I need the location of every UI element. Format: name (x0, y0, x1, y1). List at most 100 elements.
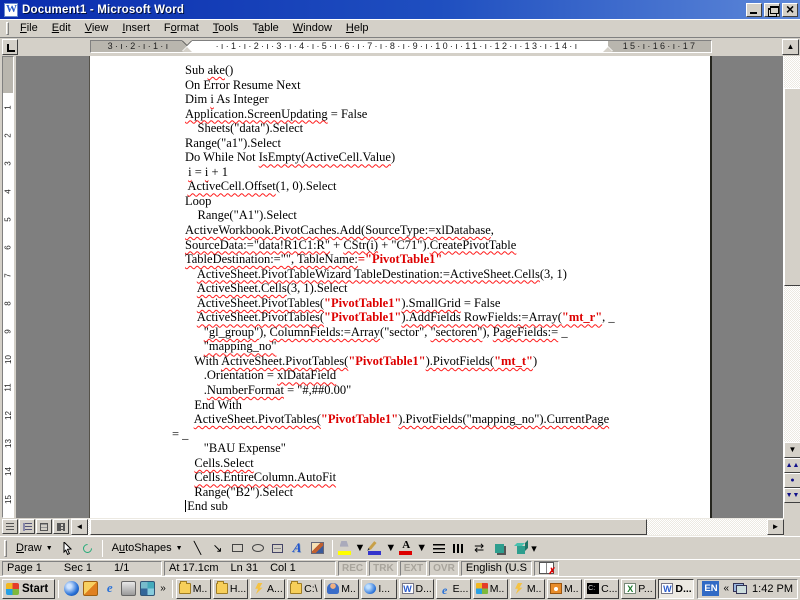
mode-ovr[interactable]: OVR (429, 561, 459, 576)
title-bar[interactable]: Document1 - Microsoft Word (0, 0, 800, 19)
scrollbar-corner (784, 518, 800, 536)
line-color-dropdown[interactable]: ▼ (383, 538, 398, 558)
ie-quick-launch-icon[interactable]: e (102, 581, 117, 596)
task-button-7[interactable]: D... (399, 579, 434, 599)
first-line-indent-marker[interactable] (182, 40, 192, 45)
rectangle-tool-icon[interactable] (228, 538, 248, 558)
lotus-icon (513, 583, 525, 594)
arrow-tool-icon[interactable]: ↘ (208, 538, 228, 558)
toolbar-grip[interactable] (4, 540, 7, 557)
language-indicator[interactable]: English (U.S (461, 561, 532, 576)
tray-collapse-chevron[interactable]: « (723, 583, 729, 594)
close-button[interactable] (782, 3, 798, 17)
scroll-down-button[interactable]: ▼ (784, 442, 800, 458)
task-button-4[interactable]: C:\ (287, 579, 322, 599)
menu-item-view[interactable]: View (78, 20, 116, 37)
print-layout-view-button[interactable] (36, 519, 52, 534)
spelling-status[interactable] (534, 561, 559, 576)
vertical-scroll-thumb[interactable] (784, 88, 800, 286)
menu-item-window[interactable]: Window (286, 20, 339, 37)
windows-logo-icon (6, 583, 19, 595)
web-layout-view-button[interactable] (19, 519, 35, 534)
menu-item-file[interactable]: File (13, 20, 45, 37)
scroll-right-button[interactable]: ► (767, 519, 784, 535)
fill-color-button[interactable] (337, 540, 353, 556)
menu-item-table[interactable]: Table (245, 20, 285, 37)
start-button[interactable]: Start (2, 579, 55, 599)
line-color-button[interactable] (367, 540, 383, 556)
task-button-13[interactable]: P... (621, 579, 656, 599)
threed-icon[interactable] (509, 538, 529, 558)
mode-trk[interactable]: TRK (369, 561, 398, 576)
shadow-icon[interactable] (489, 538, 509, 558)
menu-item-edit[interactable]: Edit (45, 20, 78, 37)
browse-previous-button[interactable]: ▲▲ (784, 458, 800, 473)
dash-style-icon[interactable] (449, 538, 469, 558)
menu-item-insert[interactable]: Insert (115, 20, 157, 37)
outline-view-button[interactable] (53, 519, 69, 534)
menu-item-help[interactable]: Help (339, 20, 376, 37)
task-button-12[interactable]: C... (584, 579, 619, 599)
restore-button[interactable] (764, 3, 780, 17)
clip-art-icon[interactable] (308, 538, 328, 558)
draw-menu-button[interactable]: Draw▼ (11, 538, 58, 558)
line-style-icon[interactable] (429, 538, 449, 558)
quick-launch-overflow[interactable]: » (160, 583, 166, 594)
tab-type-selector[interactable] (2, 39, 18, 55)
hanging-indent-marker[interactable] (182, 47, 192, 52)
mode-ext[interactable]: EXT (400, 561, 427, 576)
desktop-quick-launch-icon[interactable] (121, 581, 136, 596)
font-color-button[interactable]: A (398, 540, 414, 556)
free-rotate-icon[interactable] (78, 538, 98, 558)
menu-grip[interactable] (6, 22, 9, 35)
toolbar-options-dropdown[interactable]: ▾ (529, 538, 539, 558)
task-button-3[interactable]: A... (250, 579, 285, 599)
font-color-dropdown[interactable]: ▼ (414, 538, 429, 558)
horizontal-scroll-track[interactable] (88, 519, 767, 535)
outlook-quick-launch-icon[interactable] (83, 581, 98, 596)
page[interactable]: Sub ake()On Error Resume NextDim i As In… (90, 56, 712, 518)
task-button-11[interactable]: M.. (547, 579, 582, 599)
right-indent-marker[interactable] (603, 47, 613, 52)
code-segment (185, 456, 194, 470)
autoshapes-menu-button[interactable]: AutoShapes▼ (107, 538, 188, 558)
task-button-8[interactable]: E... (436, 579, 471, 599)
task-button-5[interactable]: M.. (324, 579, 359, 599)
select-browse-object-button[interactable]: ● (784, 473, 800, 488)
task-button-6[interactable]: I... (361, 579, 396, 599)
scroll-up-button[interactable]: ▲ (782, 39, 799, 55)
vertical-scrollbar[interactable]: ▼ ▲▲ ● ▼▼ (783, 56, 800, 518)
menu-item-format[interactable]: Format (157, 20, 206, 37)
code-line: With ActiveSheet.PivotTables("PivotTable… (185, 354, 615, 369)
fill-color-dropdown[interactable]: ▼ (353, 538, 368, 558)
network-icon[interactable] (733, 583, 747, 594)
code-lines[interactable]: Sub ake()On Error Resume NextDim i As In… (185, 63, 615, 514)
code-line: Range("a1").Select (185, 136, 615, 151)
horizontal-scroll-thumb[interactable] (90, 519, 647, 535)
vertical-ruler-number: 8 (3, 289, 13, 317)
scroll-left-button[interactable]: ◄ (71, 519, 88, 535)
oval-tool-icon[interactable] (248, 538, 268, 558)
normal-view-button[interactable] (2, 519, 18, 534)
language-badge[interactable]: EN (702, 581, 719, 596)
text-box-tool-icon[interactable] (268, 538, 288, 558)
task-button-10[interactable]: M.. (510, 579, 545, 599)
minimize-button[interactable] (746, 3, 762, 17)
wordart-icon[interactable]: A (288, 538, 308, 558)
media-quick-launch-icon[interactable] (140, 581, 155, 596)
code-line: "BAU Expense" (185, 441, 615, 456)
browse-next-button[interactable]: ▼▼ (784, 488, 800, 503)
menu-item-tools[interactable]: Tools (206, 20, 246, 37)
code-line: End sub (185, 499, 615, 514)
mode-rec[interactable]: REC (338, 561, 367, 576)
task-button-1[interactable]: M.. (176, 579, 211, 599)
task-button-9[interactable]: M.. (473, 579, 508, 599)
task-button-14[interactable]: D... (658, 579, 693, 599)
arrow-style-icon[interactable]: ⇄ (469, 538, 489, 558)
code-segment: ="PivotTable1" (358, 252, 442, 266)
vertical-scroll-track[interactable] (784, 56, 800, 458)
task-button-2[interactable]: H... (213, 579, 248, 599)
msn-quick-launch-icon[interactable] (64, 581, 79, 596)
line-tool-icon[interactable]: ╲ (188, 538, 208, 558)
select-objects-icon[interactable] (58, 538, 78, 558)
